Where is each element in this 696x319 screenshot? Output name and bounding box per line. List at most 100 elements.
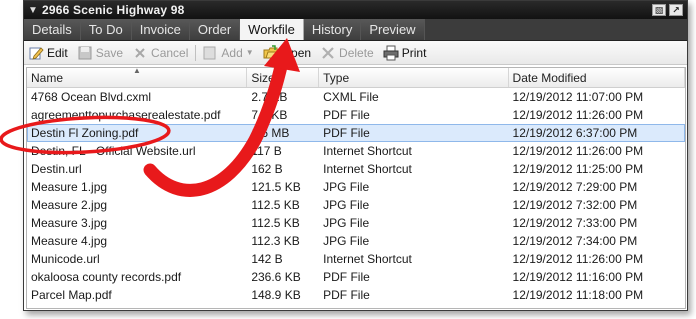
file-name-cell: Municode.url — [31, 252, 100, 266]
edit-button[interactable]: Edit — [28, 45, 68, 61]
file-size-cell: 112.5 KB — [251, 216, 300, 230]
column-header-size[interactable]: Size — [247, 68, 320, 87]
file-size-cell: 112.5 KB — [251, 198, 300, 212]
file-type-cell: Internet Shortcut — [323, 252, 412, 266]
table-row[interactable]: Destin.url 162 B Internet Shortcut 12/19/20… — [27, 160, 685, 178]
open-folder-icon — [263, 44, 279, 58]
table-row[interactable]: agreementtopurchaserealestate.pdf 7.3 KB P… — [27, 106, 685, 124]
file-size-cell: 1.6 MB — [251, 126, 290, 140]
file-name-cell: Measure 1.jpg — [31, 180, 108, 194]
print-label: Print — [401, 45, 427, 60]
edit-label: Edit — [47, 45, 68, 60]
open-label: Open — [281, 45, 312, 60]
table-row[interactable]: okaloosa county records.pdf 236.6 KB PDF F… — [27, 268, 685, 286]
edit-icon — [29, 46, 44, 60]
date-modified-cell: 12/19/2012 6:37:00 PM — [512, 126, 638, 140]
toolbar-divider — [195, 44, 197, 61]
delete-button[interactable]: Delete — [320, 45, 374, 61]
date-modified-cell: 12/19/2012 11:18:00 PM — [512, 288, 644, 302]
file-name-cell: Destin.url — [31, 162, 82, 176]
table-row[interactable]: 4768 Ocean Blvd.cxml 2.7 KB CXML File 12/19… — [27, 88, 685, 106]
table-row[interactable]: Measure 3.jpg 112.5 KB JPG File 12/19/2012 … — [27, 214, 685, 232]
table-row[interactable]: Destin, FL - Official Website.url 117 B In… — [27, 142, 685, 160]
file-size-cell: 162 B — [251, 162, 283, 176]
tab-details[interactable]: Details — [24, 19, 81, 40]
restore-icon[interactable]: ▧ — [652, 4, 666, 16]
date-modified-cell: 12/19/2012 11:26:00 PM — [512, 108, 644, 122]
table-row[interactable]: Destin Fl Zoning.pdf 1.6 MB PDF File 12/19/… — [27, 124, 685, 142]
file-size-cell: 117 B — [251, 144, 282, 158]
file-name-cell: Destin, FL - Official Website.url — [31, 144, 196, 158]
date-modified-cell: 12/19/2012 11:07:00 PM — [512, 90, 644, 104]
file-name-cell: 4768 Ocean Blvd.cxml — [31, 90, 152, 104]
sort-ascending-icon: ▲ — [133, 67, 141, 75]
tab-invoice[interactable]: Invoice — [131, 19, 190, 40]
delete-icon — [322, 46, 334, 59]
date-modified-cell: 12/19/2012 11:16:00 PM — [512, 270, 644, 284]
file-name-cell: Parcel Map.pdf — [31, 288, 112, 302]
file-size-cell: 2.7 KB — [251, 90, 288, 104]
save-button[interactable]: Save — [77, 45, 123, 61]
file-name-cell: Destin Fl Zoning.pdf — [31, 126, 139, 140]
cancel-button[interactable]: Cancel — [132, 45, 188, 61]
table-row[interactable]: Measure 2.jpg 112.5 KB JPG File 12/19/2012 … — [27, 196, 685, 214]
file-size-cell: 112.3 KB — [251, 234, 300, 248]
table-row[interactable]: Measure 4.jpg 112.3 KB JPG File 12/19/2012 … — [27, 232, 685, 250]
print-button[interactable]: Print — [383, 45, 427, 61]
file-list-body: 4768 Ocean Blvd.cxml 2.7 KB CXML File 12/19… — [27, 88, 685, 304]
file-size-cell: 7.3 KB — [251, 108, 288, 122]
workfile-window: ▼ 2966 Scenic Highway 98 ▧ ↗ Details To … — [23, 0, 688, 311]
file-size-cell: 142 B — [251, 252, 283, 266]
date-modified-cell: 12/19/2012 11:26:00 PM — [512, 252, 644, 266]
file-type-cell: PDF File — [323, 288, 370, 302]
cancel-icon — [135, 47, 145, 58]
tab-history[interactable]: History — [303, 19, 362, 40]
table-row[interactable]: Parcel Map.pdf 148.9 KB PDF File 12/19/2012… — [27, 286, 685, 304]
file-list: ▲ Name Size Type Date Modified 4768 Ocea… — [26, 67, 686, 309]
file-size-cell: 236.6 KB — [251, 270, 301, 284]
add-button[interactable]: Add ▼ — [202, 45, 254, 61]
column-header-type[interactable]: Type — [319, 68, 509, 87]
tab-order[interactable]: Order — [189, 19, 241, 40]
toolbar: Edit Save Cancel Add ▼ Open Delete Print — [24, 41, 687, 65]
file-name-cell: agreementtopurchaserealestate.pdf — [31, 108, 221, 122]
file-name-cell: Measure 3.jpg — [31, 216, 108, 230]
tab-preview[interactable]: Preview — [361, 19, 425, 40]
tab-workfile[interactable]: Workfile — [240, 19, 304, 40]
save-label: Save — [95, 45, 124, 60]
file-type-cell: Internet Shortcut — [323, 162, 412, 176]
file-type-cell: JPG File — [323, 216, 370, 230]
add-label: Add — [221, 45, 243, 60]
tab-bar: Details To Do Invoice Order Workfile His… — [24, 19, 687, 41]
file-name-cell: Measure 4.jpg — [31, 234, 108, 248]
tab-to-do[interactable]: To Do — [80, 19, 132, 40]
date-modified-cell: 12/19/2012 7:29:00 PM — [512, 180, 638, 194]
file-name-cell: okaloosa county records.pdf — [31, 270, 182, 284]
date-modified-cell: 12/19/2012 11:25:00 PM — [512, 162, 644, 176]
file-type-cell: Internet Shortcut — [323, 144, 412, 158]
date-modified-cell: 12/19/2012 7:32:00 PM — [512, 198, 638, 212]
save-icon — [78, 46, 92, 59]
open-button[interactable]: Open — [263, 44, 312, 61]
chevron-down-icon[interactable]: ▼ — [28, 5, 42, 16]
file-type-cell: JPG File — [323, 180, 370, 194]
file-type-cell: PDF File — [323, 126, 370, 140]
file-size-cell: 121.5 KB — [251, 180, 301, 194]
date-modified-cell: 12/19/2012 11:26:00 PM — [512, 144, 644, 158]
date-modified-cell: 12/19/2012 7:34:00 PM — [512, 234, 638, 248]
table-row[interactable]: Municode.url 142 B Internet Shortcut 12/19/… — [27, 250, 685, 268]
file-type-cell: PDF File — [323, 270, 370, 284]
maximize-icon[interactable]: ↗ — [669, 4, 683, 16]
file-list-header: ▲ Name Size Type Date Modified — [27, 68, 685, 88]
file-name-cell: Measure 2.jpg — [31, 198, 108, 212]
column-header-date-modified[interactable]: Date Modified — [509, 68, 685, 87]
cancel-label: Cancel — [151, 45, 189, 60]
delete-label: Delete — [339, 45, 374, 60]
add-icon — [203, 46, 216, 59]
title-bar: ▼ 2966 Scenic Highway 98 ▧ ↗ — [24, 1, 687, 19]
print-icon — [383, 45, 399, 60]
date-modified-cell: 12/19/2012 7:33:00 PM — [512, 216, 638, 230]
table-row[interactable]: Measure 1.jpg 121.5 KB JPG File 12/19/2012 … — [27, 178, 685, 196]
chevron-down-icon: ▼ — [245, 48, 254, 57]
file-type-cell: JPG File — [323, 198, 370, 212]
